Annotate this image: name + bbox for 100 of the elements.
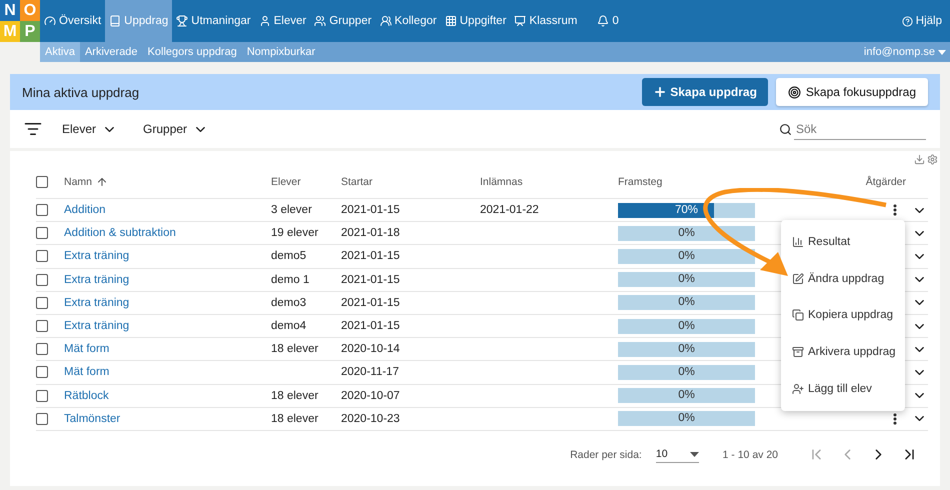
subnav-tab[interactable]: Kollegors uppdrag: [142, 42, 242, 62]
nav-tab[interactable]: Kollegor: [376, 0, 441, 42]
page-range: 1 - 10 av 20: [722, 448, 778, 461]
progress-bar: 70%: [618, 202, 755, 218]
gauge-icon: [44, 15, 56, 27]
account-menu[interactable]: info@nomp.se: [864, 42, 946, 62]
assignment-link[interactable]: Talmönster: [64, 412, 120, 425]
row-checkbox[interactable]: [36, 227, 48, 240]
select-all-checkbox[interactable]: [36, 176, 48, 188]
nav-tab[interactable]: Utmaningar: [172, 0, 255, 42]
column-header: Framsteg: [618, 176, 664, 188]
nav-tab[interactable]: Uppdrag: [105, 0, 172, 42]
table-cell-text: 2021-01-15: [341, 320, 401, 332]
logo-letter: M: [0, 21, 20, 42]
assignment-link[interactable]: Mät form: [64, 343, 110, 356]
board-icon: [514, 15, 526, 27]
bell-icon: [597, 15, 610, 27]
users-icon: [314, 15, 326, 27]
table-cell-text: 2020-10-14: [341, 343, 401, 356]
nav-tab[interactable]: Uppgifter: [440, 0, 510, 42]
archive-icon: [792, 346, 804, 358]
assignment-link[interactable]: Mät form: [64, 366, 110, 378]
subnav-tab[interactable]: Nompixburkar: [242, 42, 320, 62]
copy-icon: [792, 309, 804, 322]
progress-bar: 0%: [618, 248, 755, 264]
table-cell-text: demo3: [271, 296, 308, 309]
row-checkbox[interactable]: [36, 412, 48, 425]
row-checkbox[interactable]: [36, 343, 48, 356]
grid-icon: [444, 15, 457, 27]
menu-item[interactable]: Resultat: [792, 236, 850, 248]
sort-icon: [96, 176, 108, 188]
progress-bar: 0%: [618, 226, 755, 241]
table-cell-text: 2021-01-18: [341, 227, 401, 240]
column-header[interactable]: Namn: [64, 176, 271, 188]
column-header: Elever: [271, 176, 302, 188]
table-cell-text: 2021-01-15: [341, 274, 401, 286]
column-header: Startar: [341, 176, 374, 188]
create-button[interactable]: Skapa uppdrag: [642, 78, 768, 106]
row-checkbox[interactable]: [36, 274, 48, 286]
menu-item[interactable]: Kopiera uppdrag: [792, 309, 894, 322]
progress-bar: 0%: [618, 342, 755, 357]
nav-tab[interactable]: Översikt: [40, 0, 106, 42]
nav-tab[interactable]: Klassrum: [510, 0, 582, 42]
progress-bar: 0%: [618, 411, 755, 426]
table-cell-text: 19 elever: [271, 227, 320, 240]
row-checkbox[interactable]: [36, 320, 48, 332]
plus-icon: [653, 85, 668, 99]
assignment-link[interactable]: Addition & subtraktion: [64, 227, 176, 240]
rows-per-page-select[interactable]: 10: [656, 446, 699, 464]
edit-icon: [792, 272, 804, 285]
table-cell-text: 2020-11-17: [341, 366, 400, 378]
progress-bar: 0%: [618, 388, 755, 404]
progress-bar: 0%: [618, 318, 755, 334]
table-cell-text: 3 elever: [271, 204, 313, 216]
table-cell-text: 2020-10-23: [341, 412, 401, 425]
menu-item[interactable]: Lägg till elev: [792, 382, 872, 395]
download-icon[interactable]: [914, 154, 925, 165]
settings-icon[interactable]: [927, 154, 938, 165]
assignment-link[interactable]: Extra träning: [64, 296, 130, 309]
search-field[interactable]: Sök: [794, 118, 926, 140]
row-checkbox[interactable]: [36, 390, 48, 402]
assignment-link[interactable]: Extra träning: [64, 250, 130, 262]
rows-per-page-label: Rader per sida:: [570, 448, 642, 461]
assignment-link[interactable]: Addition: [64, 204, 106, 216]
caret-icon: [690, 452, 699, 457]
progress-bar: 0%: [618, 272, 755, 288]
table-cell-text: demo4: [271, 320, 308, 332]
menu-item[interactable]: Ändra uppdrag: [792, 272, 884, 285]
assignment-link[interactable]: Extra träning: [64, 274, 130, 286]
bar-chart-icon: [792, 236, 804, 248]
row-checkbox[interactable]: [36, 366, 48, 378]
row-checkbox[interactable]: [36, 204, 48, 216]
table-cell-text: 18 elever: [271, 343, 320, 356]
table-cell-text: 2021-01-15: [341, 250, 401, 262]
nav-tab[interactable]: Grupper: [310, 0, 376, 42]
logo-letter: N: [0, 0, 20, 21]
subnav-tab[interactable]: Arkiverade: [80, 42, 143, 62]
row-checkbox[interactable]: [36, 296, 48, 309]
table-cell-text: 2021-01-15: [341, 204, 401, 216]
assignment-link[interactable]: Extra träning: [64, 320, 130, 332]
column-header: Inlämnas: [480, 176, 524, 188]
assignment-link[interactable]: Rätblock: [64, 390, 109, 402]
nav-tab[interactable]: Elever: [254, 0, 310, 42]
table-cell-text: 18 elever: [271, 412, 320, 425]
filter-dropdown[interactable]: Elever: [56, 122, 124, 136]
search-icon: [779, 122, 792, 136]
filter-dropdown[interactable]: Grupper: [137, 122, 214, 136]
menu-item[interactable]: Arkivera uppdrag: [792, 346, 896, 358]
target-icon: [788, 86, 801, 98]
table-cell-text: 2021-01-15: [341, 296, 401, 309]
column-header: Åtgärder: [866, 176, 906, 188]
table-cell-text: 18 elever: [271, 390, 320, 402]
table-cell-text: 2021-01-22: [480, 204, 540, 216]
row-checkbox[interactable]: [36, 250, 48, 262]
filter-icon[interactable]: [24, 120, 42, 138]
page-title: Mina aktiva uppdrag: [22, 84, 140, 100]
notifications-button[interactable]: 0: [593, 0, 623, 42]
table-cell-text: 2020-10-07: [341, 390, 401, 402]
help-link[interactable]: Hjälp: [898, 0, 946, 42]
focus-create-button[interactable]: Skapa fokusuppdrag: [776, 78, 928, 106]
